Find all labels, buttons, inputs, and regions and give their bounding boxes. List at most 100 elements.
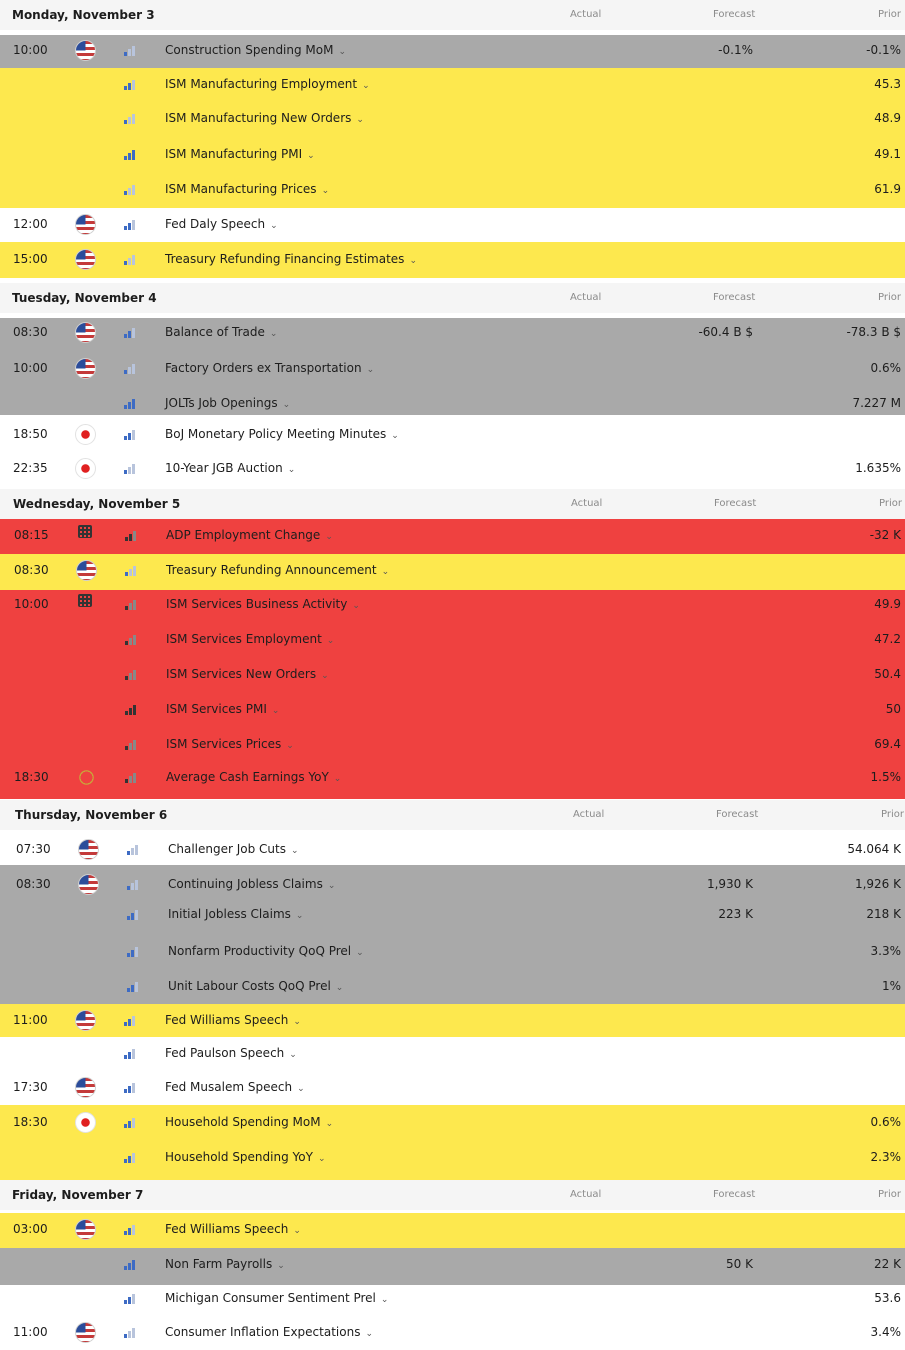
event-row[interactable]: ISM Services PMI ⌄ 50 — [0, 693, 905, 727]
event-row[interactable]: 18:50 BoJ Monetary Policy Meeting Minutes… — [0, 418, 905, 452]
event-row[interactable]: Initial Jobless Claims ⌄ 223 K 218 K — [0, 898, 905, 932]
column-header-actual[interactable]: Actual — [570, 1189, 601, 1200]
chevron-down-icon[interactable]: ⌄ — [326, 1119, 334, 1129]
event-name-link[interactable]: ISM Manufacturing PMI ⌄ — [165, 147, 315, 161]
event-name-link[interactable]: Challenger Job Cuts ⌄ — [168, 842, 299, 856]
column-header-actual[interactable]: Actual — [571, 498, 602, 509]
event-name-link[interactable]: Consumer Inflation Expectations ⌄ — [165, 1325, 373, 1339]
event-row[interactable]: Household Spending YoY ⌄ 2.3% — [0, 1141, 905, 1175]
event-name-link[interactable]: Initial Jobless Claims ⌄ — [168, 907, 303, 921]
event-row[interactable]: 18:30 Average Cash Earnings YoY ⌄ 1.5% — [0, 761, 905, 795]
chevron-down-icon[interactable]: ⌄ — [297, 1084, 305, 1094]
chevron-down-icon[interactable]: ⌄ — [289, 1050, 297, 1060]
column-header-forecast[interactable]: Forecast — [714, 498, 756, 509]
column-header-prior[interactable]: Prior — [879, 498, 902, 509]
chevron-down-icon[interactable]: ⌄ — [362, 81, 370, 91]
event-name-link[interactable]: Fed Musalem Speech ⌄ — [165, 1080, 305, 1094]
chevron-down-icon[interactable]: ⌄ — [328, 881, 336, 891]
event-row[interactable]: 10:00 Factory Orders ex Transportation ⌄ 0.… — [0, 352, 905, 386]
event-row[interactable]: 08:30 Treasury Refunding Announcement ⌄ — [0, 554, 905, 588]
column-header-prior[interactable]: Prior — [878, 1189, 901, 1200]
chevron-down-icon[interactable]: ⌄ — [270, 221, 278, 231]
event-row[interactable]: 11:00 Consumer Inflation Expectations ⌄ 3.4… — [0, 1316, 905, 1350]
event-row[interactable]: 12:00 Fed Daly Speech ⌄ — [0, 208, 905, 242]
event-name-link[interactable]: Average Cash Earnings YoY ⌄ — [166, 770, 341, 784]
event-row[interactable]: 08:30 Balance of Trade ⌄ -60.4 B $ -78.3 B $ — [0, 316, 905, 350]
column-header-forecast[interactable]: Forecast — [713, 9, 755, 20]
event-row[interactable]: Unit Labour Costs QoQ Prel ⌄ 1% — [0, 970, 905, 1004]
event-name-link[interactable]: Household Spending MoM ⌄ — [165, 1115, 333, 1129]
event-row[interactable]: Non Farm Payrolls ⌄ 50 K 22 K — [0, 1248, 905, 1282]
chevron-down-icon[interactable]: ⌄ — [321, 671, 329, 681]
chevron-down-icon[interactable]: ⌄ — [367, 365, 375, 375]
chevron-down-icon[interactable]: ⌄ — [283, 400, 291, 410]
chevron-down-icon[interactable]: ⌄ — [325, 532, 333, 542]
column-header-forecast[interactable]: Forecast — [713, 292, 755, 303]
event-name-link[interactable]: ADP Employment Change ⌄ — [166, 528, 333, 542]
event-name-link[interactable]: ISM Services New Orders ⌄ — [166, 667, 329, 681]
column-header-actual[interactable]: Actual — [570, 292, 601, 303]
chevron-down-icon[interactable]: ⌄ — [288, 465, 296, 475]
event-name-link[interactable]: 10-Year JGB Auction ⌄ — [165, 461, 295, 475]
event-name-link[interactable]: Fed Daly Speech ⌄ — [165, 217, 278, 231]
event-row[interactable]: 22:35 10-Year JGB Auction ⌄ 1.635% — [0, 452, 905, 486]
column-header-prior[interactable]: Prior — [881, 809, 904, 820]
event-name-link[interactable]: Treasury Refunding Announcement ⌄ — [166, 563, 389, 577]
chevron-down-icon[interactable]: ⌄ — [381, 1295, 389, 1305]
event-name-link[interactable]: Balance of Trade ⌄ — [165, 325, 277, 339]
event-name-link[interactable]: ISM Services Business Activity ⌄ — [166, 597, 360, 611]
chevron-down-icon[interactable]: ⌄ — [391, 431, 399, 441]
chevron-down-icon[interactable]: ⌄ — [352, 601, 360, 611]
event-name-link[interactable]: Treasury Refunding Financing Estimates ⌄ — [165, 252, 417, 266]
event-row[interactable]: 11:00 Fed Williams Speech ⌄ — [0, 1004, 905, 1038]
chevron-down-icon[interactable]: ⌄ — [322, 186, 330, 196]
event-row[interactable]: ISM Manufacturing PMI ⌄ 49.1 — [0, 138, 905, 172]
event-row[interactable]: Michigan Consumer Sentiment Prel ⌄ 53.6 — [0, 1282, 905, 1316]
event-name-link[interactable]: ISM Services PMI ⌄ — [166, 702, 279, 716]
event-row[interactable]: 10:00 Construction Spending MoM ⌄ -0.1% -0.1… — [0, 34, 905, 68]
event-row[interactable]: 03:00 Fed Williams Speech ⌄ — [0, 1213, 905, 1247]
column-header-forecast[interactable]: Forecast — [713, 1189, 755, 1200]
event-name-link[interactable]: Non Farm Payrolls ⌄ — [165, 1257, 285, 1271]
chevron-down-icon[interactable]: ⌄ — [327, 636, 335, 646]
event-row[interactable]: ISM Services New Orders ⌄ 50.4 — [0, 658, 905, 692]
event-row[interactable]: ISM Services Employment ⌄ 47.2 — [0, 623, 905, 657]
chevron-down-icon[interactable]: ⌄ — [365, 1329, 373, 1339]
chevron-down-icon[interactable]: ⌄ — [409, 256, 417, 266]
chevron-down-icon[interactable]: ⌄ — [336, 983, 344, 993]
event-row[interactable]: JOLTs Job Openings ⌄ 7.227 M — [0, 387, 905, 421]
event-name-link[interactable]: Factory Orders ex Transportation ⌄ — [165, 361, 374, 375]
event-name-link[interactable]: Unit Labour Costs QoQ Prel ⌄ — [168, 979, 343, 993]
event-row[interactable]: Nonfarm Productivity QoQ Prel ⌄ 3.3% — [0, 935, 905, 969]
chevron-down-icon[interactable]: ⌄ — [270, 329, 278, 339]
event-row[interactable]: ISM Manufacturing Employment ⌄ 45.3 — [0, 68, 905, 102]
column-header-prior[interactable]: Prior — [878, 292, 901, 303]
event-row[interactable]: 07:30 Challenger Job Cuts ⌄ 54.064 K — [0, 833, 905, 867]
event-name-link[interactable]: Household Spending YoY ⌄ — [165, 1150, 325, 1164]
event-row[interactable]: ISM Manufacturing Prices ⌄ 61.9 — [0, 173, 905, 207]
chevron-down-icon[interactable]: ⌄ — [293, 1017, 301, 1027]
chevron-down-icon[interactable]: ⌄ — [296, 911, 304, 921]
column-header-actual[interactable]: Actual — [573, 809, 604, 820]
event-name-link[interactable]: ISM Manufacturing Prices ⌄ — [165, 182, 329, 196]
event-name-link[interactable]: ISM Manufacturing Employment ⌄ — [165, 77, 370, 91]
chevron-down-icon[interactable]: ⌄ — [318, 1154, 326, 1164]
column-header-forecast[interactable]: Forecast — [716, 809, 758, 820]
event-name-link[interactable]: Fed Williams Speech ⌄ — [165, 1013, 301, 1027]
event-name-link[interactable]: Fed Williams Speech ⌄ — [165, 1222, 301, 1236]
chevron-down-icon[interactable]: ⌄ — [286, 741, 294, 751]
event-name-link[interactable]: Fed Paulson Speech ⌄ — [165, 1046, 297, 1060]
event-name-link[interactable]: Construction Spending MoM ⌄ — [165, 43, 346, 57]
event-name-link[interactable]: ISM Services Employment ⌄ — [166, 632, 334, 646]
event-name-link[interactable]: ISM Manufacturing New Orders ⌄ — [165, 111, 364, 125]
column-header-prior[interactable]: Prior — [878, 9, 901, 20]
event-name-link[interactable]: BoJ Monetary Policy Meeting Minutes ⌄ — [165, 427, 399, 441]
event-name-link[interactable]: JOLTs Job Openings ⌄ — [165, 396, 290, 410]
chevron-down-icon[interactable]: ⌄ — [334, 774, 342, 784]
chevron-down-icon[interactable]: ⌄ — [382, 567, 390, 577]
event-name-link[interactable]: Nonfarm Productivity QoQ Prel ⌄ — [168, 944, 364, 958]
event-row[interactable]: ISM Services Prices ⌄ 69.4 — [0, 728, 905, 762]
event-row[interactable]: 10:00 ISM Services Business Activity ⌄ 49.9 — [0, 588, 905, 622]
event-name-link[interactable]: Michigan Consumer Sentiment Prel ⌄ — [165, 1291, 388, 1305]
event-name-link[interactable]: ISM Services Prices ⌄ — [166, 737, 294, 751]
